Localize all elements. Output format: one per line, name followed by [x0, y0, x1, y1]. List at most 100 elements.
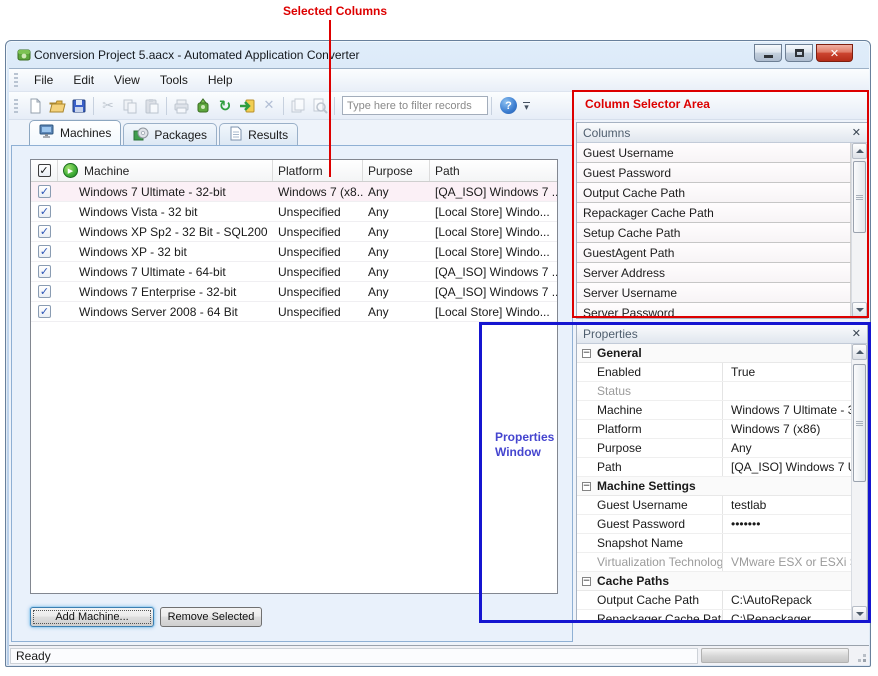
scrollbar-thumb[interactable]	[853, 364, 866, 482]
close-icon[interactable]: ✕	[852, 327, 861, 340]
scroll-down-icon[interactable]	[852, 302, 867, 318]
row-checkbox[interactable]: ✓	[38, 305, 51, 318]
column-item[interactable]: GuestAgent Path	[577, 243, 851, 263]
column-item[interactable]: Output Cache Path	[577, 183, 851, 203]
tab-results[interactable]: Results	[219, 123, 298, 145]
scrollbar[interactable]	[851, 344, 867, 622]
remove-selected-button[interactable]: Remove Selected	[160, 607, 262, 627]
refresh-icon[interactable]: ↻	[214, 95, 236, 117]
new-icon[interactable]	[24, 95, 46, 117]
row-checkbox[interactable]: ✓	[38, 285, 51, 298]
header-platform[interactable]: Platform	[273, 160, 363, 181]
paste-icon[interactable]	[141, 95, 163, 117]
column-item[interactable]: Guest Username	[577, 143, 851, 163]
title-bar[interactable]: Conversion Project 5.aacx - Automated Ap…	[6, 41, 870, 68]
property-value[interactable]: True	[722, 363, 851, 381]
property-value[interactable]: Windows 7 Ultimate - 3	[722, 401, 851, 419]
columns-panel-header: Columns ✕	[577, 123, 867, 143]
property-value[interactable]: Windows 7 (x86)	[722, 420, 851, 438]
tab-packages[interactable]: Packages	[123, 123, 217, 145]
cell-platform: Unspecified	[273, 305, 363, 319]
table-row[interactable]: ✓ Windows Server 2008 - 64 Bit Unspecifi…	[31, 302, 557, 322]
select-all-checkbox[interactable]: ✓	[38, 164, 51, 177]
close-button[interactable]: ✕	[816, 44, 853, 62]
machines-tab-icon	[39, 124, 55, 142]
table-row[interactable]: ✓ Windows XP - 32 bit Unspecified Any [L…	[31, 242, 557, 262]
row-checkbox[interactable]: ✓	[38, 225, 51, 238]
minimize-button[interactable]	[754, 44, 782, 62]
property-value[interactable]: C:\AutoRepack	[722, 591, 851, 609]
menu-edit[interactable]: Edit	[63, 70, 104, 90]
row-checkbox[interactable]: ✓	[38, 245, 51, 258]
provision-machine-icon[interactable]	[192, 95, 214, 117]
toolbar-separator	[93, 97, 94, 115]
section-cache-paths[interactable]: −Cache Paths	[577, 572, 851, 591]
help-icon[interactable]: ?	[500, 97, 517, 114]
collapse-icon[interactable]: −	[582, 482, 591, 491]
scrollbar-thumb[interactable]	[853, 161, 866, 233]
scrollbar[interactable]	[851, 143, 867, 318]
open-icon[interactable]	[46, 95, 68, 117]
menu-tools[interactable]: Tools	[150, 70, 198, 90]
column-item[interactable]: Guest Password	[577, 163, 851, 183]
select-all-header[interactable]: ✓	[31, 160, 58, 181]
menu-view[interactable]: View	[104, 70, 150, 90]
toolbar-overflow-icon[interactable]: ▾	[523, 102, 530, 109]
section-machine-settings[interactable]: −Machine Settings	[577, 477, 851, 496]
scroll-down-icon[interactable]	[852, 606, 867, 622]
property-value[interactable]: [QA_ISO] Windows 7 Ul	[722, 458, 851, 476]
column-item[interactable]: Repackager Cache Path	[577, 203, 851, 223]
column-item[interactable]: Server Password	[577, 303, 851, 318]
property-value[interactable]: Any	[722, 439, 851, 457]
column-item[interactable]: Server Username	[577, 283, 851, 303]
maximize-button[interactable]	[785, 44, 813, 62]
cut-icon[interactable]: ✂	[97, 95, 119, 117]
scroll-up-icon[interactable]	[852, 344, 867, 360]
header-machine[interactable]: ▶Machine	[58, 160, 273, 181]
table-row[interactable]: ✓ Windows 7 Ultimate - 64-bit Unspecifie…	[31, 262, 557, 282]
collapse-icon[interactable]: −	[582, 577, 591, 586]
scroll-up-icon[interactable]	[852, 143, 867, 159]
duplicate-icon[interactable]	[287, 95, 309, 117]
toolbar-separator	[166, 97, 167, 115]
property-value[interactable]: testlab	[722, 496, 851, 514]
print-icon[interactable]	[170, 95, 192, 117]
menu-help[interactable]: Help	[198, 70, 243, 90]
property-row: PlatformWindows 7 (x86)	[577, 420, 851, 439]
filter-input[interactable]	[342, 96, 488, 115]
collapse-icon[interactable]: −	[582, 349, 591, 358]
resize-grip[interactable]	[854, 650, 867, 666]
section-general[interactable]: −General	[577, 344, 851, 363]
table-row[interactable]: ✓ Windows Vista - 32 bit Unspecified Any…	[31, 202, 557, 222]
row-checkbox[interactable]: ✓	[38, 265, 51, 278]
progress-bar	[701, 648, 849, 663]
property-value[interactable]: C:\Repackager	[722, 610, 851, 622]
table-row[interactable]: ✓ Windows 7 Ultimate - 32-bit Windows 7 …	[31, 182, 557, 202]
row-checkbox[interactable]: ✓	[38, 205, 51, 218]
row-checkbox[interactable]: ✓	[38, 185, 51, 198]
cancel-icon[interactable]: ✕	[258, 95, 280, 117]
menu-bar: File Edit View Tools Help	[9, 69, 869, 92]
save-icon[interactable]	[68, 95, 90, 117]
cell-purpose: Any	[363, 185, 430, 199]
cell-path: [QA_ISO] Windows 7 ...	[430, 285, 557, 299]
header-path[interactable]: Path	[430, 160, 557, 181]
tab-machines-label: Machines	[60, 126, 111, 140]
property-value[interactable]	[722, 534, 851, 552]
column-item[interactable]: Server Address	[577, 263, 851, 283]
import-icon[interactable]	[236, 95, 258, 117]
tab-machines[interactable]: Machines	[29, 120, 121, 145]
table-row[interactable]: ✓ Windows XP Sp2 - 32 Bit - SQL200 Unspe…	[31, 222, 557, 242]
table-row[interactable]: ✓ Windows 7 Enterprise - 32-bit Unspecif…	[31, 282, 557, 302]
cell-platform: Unspecified	[273, 265, 363, 279]
menu-file[interactable]: File	[24, 70, 63, 90]
search-icon[interactable]	[309, 95, 331, 117]
status-text: Ready	[10, 648, 698, 664]
header-purpose[interactable]: Purpose	[363, 160, 430, 181]
property-row: Snapshot Name	[577, 534, 851, 553]
copy-icon[interactable]	[119, 95, 141, 117]
property-value[interactable]: •••••••	[722, 515, 851, 533]
close-icon[interactable]: ✕	[852, 126, 861, 139]
add-machine-button[interactable]: Add Machine...	[30, 607, 154, 627]
column-item[interactable]: Setup Cache Path	[577, 223, 851, 243]
